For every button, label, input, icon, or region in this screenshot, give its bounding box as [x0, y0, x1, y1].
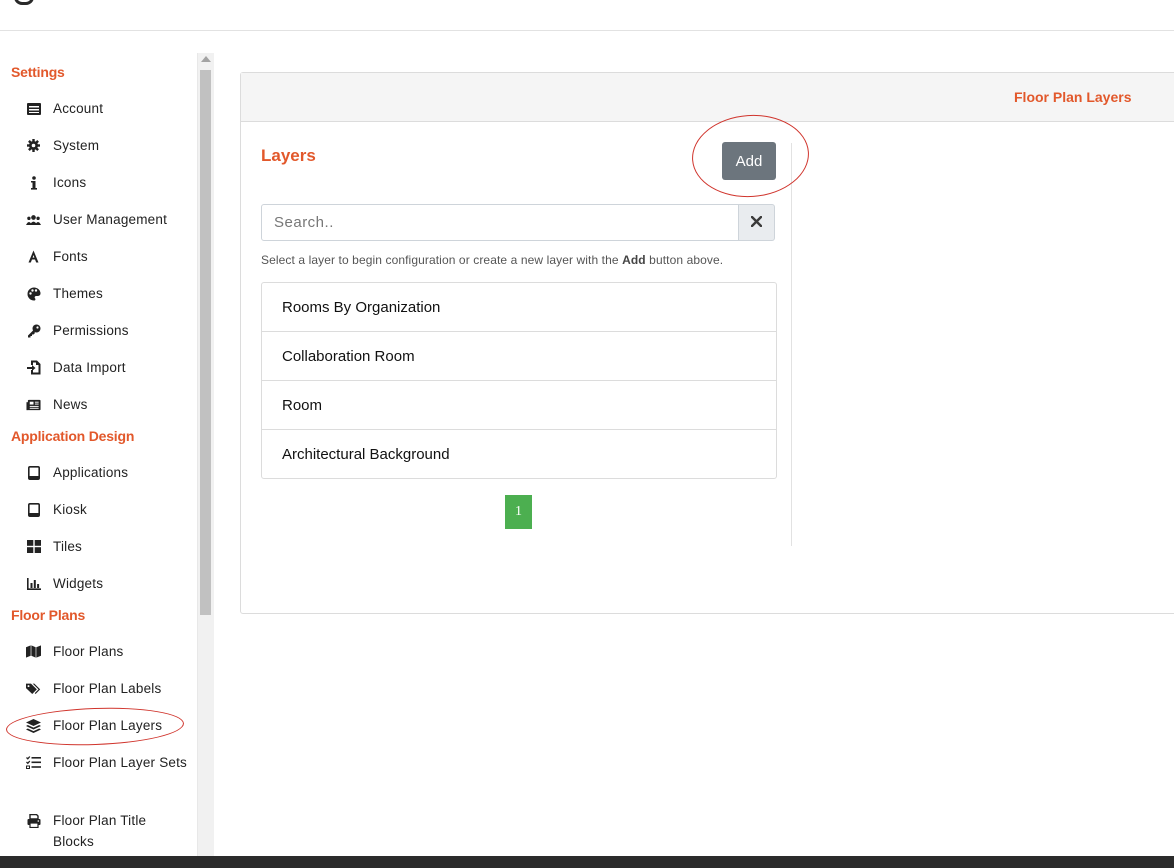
- sidebar-item-label: Floor Plan Layers: [53, 718, 163, 733]
- scroll-thumb[interactable]: [200, 70, 211, 615]
- panel-header: Floor Plan Layers: [241, 73, 1174, 122]
- sidebar-item-widgets[interactable]: Widgets: [26, 573, 191, 594]
- sidebar-item-news[interactable]: News: [26, 394, 191, 415]
- section-title-application-design: Application Design: [11, 428, 135, 444]
- tasks-icon: [26, 752, 41, 773]
- help-text-suffix: button above.: [645, 253, 724, 267]
- sidebar-scrollbar[interactable]: [197, 53, 214, 856]
- list-item[interactable]: Architectural Background: [262, 430, 776, 478]
- sidebar-item-label: Icons: [53, 175, 87, 190]
- list-item[interactable]: Collaboration Room: [262, 332, 776, 381]
- info-icon: [26, 172, 41, 193]
- scroll-up-arrow-icon[interactable]: [201, 56, 211, 62]
- top-bar: [0, 0, 1174, 31]
- layers-panel: Floor Plan Layers Layers Add Select a la…: [240, 72, 1174, 614]
- sidebar-item-label: Kiosk: [53, 502, 88, 517]
- sidebar-item-label: News: [53, 397, 88, 412]
- sidebar-item-account[interactable]: Account: [26, 98, 191, 119]
- column-divider: [791, 143, 792, 546]
- add-button[interactable]: Add: [722, 142, 776, 180]
- map-icon: [26, 641, 41, 662]
- sidebar-item-label: Themes: [53, 286, 103, 301]
- help-text-prefix: Select a layer to begin configuration or…: [261, 253, 623, 267]
- key-icon: [26, 320, 41, 341]
- layer-group-icon: [26, 715, 41, 736]
- bottom-bar: [0, 856, 1174, 868]
- logo: [14, 0, 34, 5]
- sidebar-item-floor-plan-layer-sets[interactable]: Floor Plan Layer Sets: [26, 752, 191, 773]
- search-group: [261, 204, 775, 241]
- pagination-page-1[interactable]: 1: [505, 495, 532, 529]
- users-icon: [26, 209, 41, 230]
- search-input[interactable]: [261, 204, 739, 241]
- sidebar-item-floor-plan-title-blocks[interactable]: Floor Plan Title Blocks: [26, 810, 191, 852]
- sidebar-item-label: Data Import: [53, 360, 126, 375]
- section-title-settings: Settings: [11, 64, 65, 80]
- sidebar-item-floor-plan-layers[interactable]: Floor Plan Layers: [26, 715, 191, 736]
- font-icon: [26, 246, 41, 267]
- sidebar: Settings Account System Icons User Manag…: [0, 53, 197, 856]
- tablet-icon: [26, 462, 41, 483]
- chart-bar-icon: [26, 573, 41, 594]
- newspaper-icon: [26, 394, 41, 415]
- sidebar-item-label: User Management: [53, 212, 168, 227]
- sidebar-item-system[interactable]: System: [26, 135, 191, 156]
- sidebar-item-floor-plans[interactable]: Floor Plans: [26, 641, 191, 662]
- help-text-bold: Add: [622, 253, 646, 267]
- sidebar-item-label: Floor Plan Labels: [53, 681, 162, 696]
- sidebar-item-icons[interactable]: Icons: [26, 172, 191, 193]
- sidebar-item-data-import[interactable]: Data Import: [26, 357, 191, 378]
- file-import-icon: [26, 357, 41, 378]
- sidebar-item-label: Floor Plans: [53, 644, 124, 659]
- clear-search-button[interactable]: [739, 204, 775, 241]
- section-title-floor-plans: Floor Plans: [11, 607, 86, 623]
- sidebar-item-label: Fonts: [53, 249, 88, 264]
- sidebar-item-fonts[interactable]: Fonts: [26, 246, 191, 267]
- sidebar-item-label: Tiles: [53, 539, 83, 554]
- layers-title: Layers: [261, 146, 316, 165]
- sidebar-item-label: Applications: [53, 465, 129, 480]
- print-icon: [26, 810, 41, 831]
- sidebar-item-kiosk[interactable]: Kiosk: [26, 499, 191, 520]
- list-item[interactable]: Room: [262, 381, 776, 430]
- th-large-icon: [26, 536, 41, 557]
- panel-header-title: Floor Plan Layers: [1014, 89, 1132, 105]
- sidebar-item-user-management[interactable]: User Management: [26, 209, 191, 230]
- list-item[interactable]: Rooms By Organization: [262, 283, 776, 332]
- sidebar-item-label: Widgets: [53, 576, 104, 591]
- sidebar-item-label: Account: [53, 101, 104, 116]
- layers-list: Rooms By Organization Collaboration Room…: [261, 282, 777, 479]
- sidebar-item-tiles[interactable]: Tiles: [26, 536, 191, 557]
- sidebar-item-themes[interactable]: Themes: [26, 283, 191, 304]
- sidebar-item-label: Floor Plan Layer Sets: [53, 755, 188, 770]
- help-text: Select a layer to begin configuration or…: [261, 253, 723, 267]
- tablet-icon: [26, 499, 41, 520]
- sidebar-item-label: Floor Plan Title Blocks: [53, 813, 147, 849]
- sidebar-item-permissions[interactable]: Permissions: [26, 320, 191, 341]
- sidebar-item-label: System: [53, 138, 100, 153]
- close-icon: [750, 214, 763, 232]
- palette-icon: [26, 283, 41, 304]
- sidebar-item-label: Permissions: [53, 323, 129, 338]
- sidebar-item-applications[interactable]: Applications: [26, 462, 191, 483]
- sidebar-item-floor-plan-labels[interactable]: Floor Plan Labels: [26, 678, 191, 699]
- gear-icon: [26, 135, 41, 156]
- tags-icon: [26, 678, 41, 699]
- id-card-icon: [26, 98, 41, 119]
